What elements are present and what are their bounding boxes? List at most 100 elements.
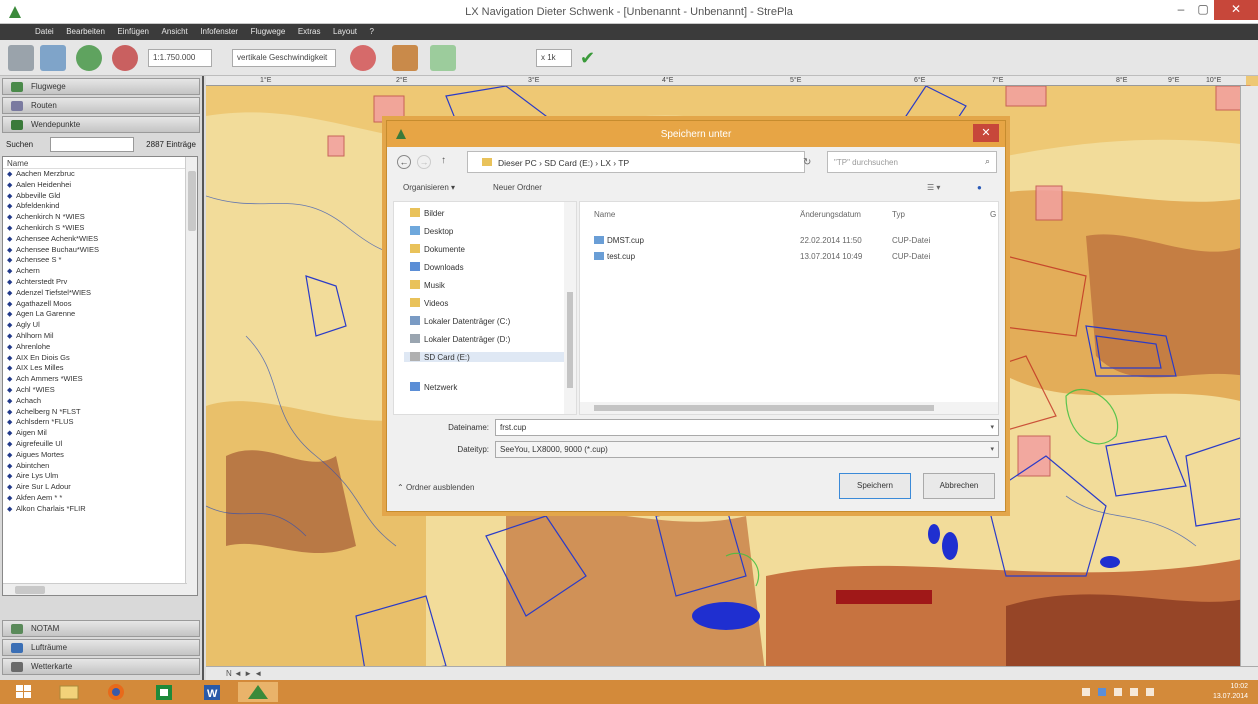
nav-pane-scrollbar[interactable] xyxy=(564,202,576,414)
list-item[interactable]: ◆ Ahlhorn Mil xyxy=(3,331,197,342)
word-icon[interactable]: W xyxy=(196,682,228,702)
menu-ansicht[interactable]: Ansicht xyxy=(157,24,193,36)
forward-icon[interactable]: → xyxy=(417,155,431,169)
chart-icon[interactable] xyxy=(392,45,418,71)
panel-flugwege[interactable]: Flugwege xyxy=(2,78,200,95)
new-folder-button[interactable]: Neuer Ordner xyxy=(493,183,542,192)
menu-datei[interactable]: Datei xyxy=(30,24,59,36)
clock[interactable]: 10:02 13.07.2014 xyxy=(1213,682,1248,702)
organize-button[interactable]: Organisieren ▾ xyxy=(403,183,455,192)
close-button[interactable]: ✕ xyxy=(1214,0,1258,20)
play-icon[interactable] xyxy=(430,45,456,71)
filetype-select[interactable]: SeeYou, LX8000, 9000 (*.cup) ▾ xyxy=(495,441,999,458)
scale-field[interactable]: 1:1.750.000 xyxy=(148,49,212,67)
list-item[interactable]: ◆ Agathazell Moos xyxy=(3,299,197,310)
list-item[interactable]: ◆ Achensee S * xyxy=(3,255,197,266)
zoom-out-icon[interactable] xyxy=(112,45,138,71)
breadcrumb[interactable]: Dieser PC › SD Card (E:) › LX › TP xyxy=(467,151,805,173)
menu-help[interactable]: ? xyxy=(365,24,379,36)
nav-item[interactable]: Lokaler Datenträger (D:) xyxy=(410,334,510,344)
list-item[interactable]: ◆ Abbeville Gld xyxy=(3,191,197,202)
list-item[interactable]: ◆ Achensee Achenk*WIES xyxy=(3,234,197,245)
panel-wetterkarte[interactable]: Wetterkarte xyxy=(2,658,200,675)
list-item[interactable]: ◆ Achelberg N *FLST xyxy=(3,407,197,418)
list-item[interactable]: ◆ Abintchen xyxy=(3,461,197,472)
list-item[interactable]: ◆ Achern xyxy=(3,266,197,277)
zoom-in-icon[interactable] xyxy=(76,45,102,71)
chevron-down-icon[interactable]: ▾ xyxy=(990,423,994,431)
search-input[interactable] xyxy=(50,137,134,152)
nav-item[interactable]: Dokumente xyxy=(410,244,465,254)
menu-einfuegen[interactable]: Einfügen xyxy=(112,24,154,36)
list-item[interactable]: ◆ Aigen Mil xyxy=(3,428,197,439)
folder-search-input[interactable]: "TP" durchsuchen ⌕ xyxy=(827,151,997,173)
store-icon[interactable] xyxy=(148,682,180,702)
list-item[interactable]: ◆ Achl *WIES xyxy=(3,385,197,396)
zoom-select[interactable]: x 1k xyxy=(536,49,572,67)
nav-item[interactable]: Musik xyxy=(410,280,445,290)
list-item[interactable]: ◆ Aigues Mortes xyxy=(3,450,197,461)
file-row[interactable]: test.cup xyxy=(594,252,635,261)
start-button[interactable] xyxy=(8,682,40,702)
list-item[interactable]: ◆ Achensee Buchau*WIES xyxy=(3,245,197,256)
dialog-close-button[interactable]: ✕ xyxy=(973,124,999,142)
list-item[interactable]: ◆ Abfeldenkind xyxy=(3,201,197,212)
list-item[interactable]: ◆ AIX Les Milles xyxy=(3,363,197,374)
chevron-down-icon[interactable]: ▾ xyxy=(990,445,994,453)
nav-item[interactable]: Netzwerk xyxy=(410,382,457,392)
list-item[interactable]: ◆ Alkon Charlais *FLIR xyxy=(3,504,197,515)
column-name[interactable]: Name xyxy=(594,210,615,219)
firefox-icon[interactable] xyxy=(100,682,132,702)
strepla-taskbar-icon[interactable] xyxy=(238,682,278,702)
menu-bearbeiten[interactable]: Bearbeiten xyxy=(61,24,110,36)
list-header-name[interactable]: Name xyxy=(3,157,197,169)
check-icon[interactable]: ✔ xyxy=(580,45,602,71)
file-list-scrollbar[interactable] xyxy=(580,402,998,414)
maximize-button[interactable]: ▢ xyxy=(1192,0,1214,20)
nav-item[interactable]: Downloads xyxy=(410,262,464,272)
waypoint-list[interactable]: Name ◆ Aachen Merzbruc ◆ Aalen Heidenhei ◆ Ab… xyxy=(2,156,198,596)
list-item[interactable]: ◆ Achach xyxy=(3,396,197,407)
list-item[interactable]: ◆ Achterstedt Prv xyxy=(3,277,197,288)
menu-infofenster[interactable]: Infofenster xyxy=(195,24,243,36)
panel-routen[interactable]: Routen xyxy=(2,97,200,114)
list-item[interactable]: ◆ Aigrefeuille Ul xyxy=(3,439,197,450)
list-item[interactable]: ◆ Achenkirch S *WIES xyxy=(3,223,197,234)
list-item[interactable]: ◆ Aalen Heidenhei xyxy=(3,180,197,191)
filename-input[interactable]: frst.cup ▾ xyxy=(495,419,999,436)
list-item[interactable]: ◆ Achlsdern *FLUS xyxy=(3,417,197,428)
nav-item[interactable]: Videos xyxy=(410,298,448,308)
help-icon[interactable]: ● xyxy=(977,183,982,192)
list-item[interactable]: ◆ Aachen Merzbruc xyxy=(3,169,197,180)
list-vertical-scrollbar[interactable] xyxy=(185,157,197,595)
list-item[interactable]: ◆ Adenzel Tiefstel*WIES xyxy=(3,288,197,299)
list-item[interactable]: ◆ Agen La Garenne xyxy=(3,309,197,320)
back-icon[interactable]: ← xyxy=(397,155,411,169)
print-icon[interactable] xyxy=(8,45,34,71)
nav-item[interactable]: SD Card (E:) xyxy=(404,352,564,362)
panel-notam[interactable]: NOTAM xyxy=(2,620,200,637)
panel-luftraeume[interactable]: Lufträume xyxy=(2,639,200,656)
system-tray[interactable] xyxy=(1078,686,1178,698)
list-item[interactable]: ◆ Akfen Aem * * xyxy=(3,493,197,504)
list-horizontal-scrollbar[interactable] xyxy=(3,583,187,595)
view-options-icon[interactable]: ☰ ▾ xyxy=(927,183,940,192)
file-row[interactable]: DMST.cup xyxy=(594,236,644,245)
column-type[interactable]: Typ xyxy=(892,210,905,219)
map-vertical-scrollbar[interactable] xyxy=(1240,86,1258,666)
hide-folders-toggle[interactable]: ⌃ Ordner ausblenden xyxy=(397,483,474,492)
list-item[interactable]: ◆ Ahrenlohe xyxy=(3,342,197,353)
menu-flugwege[interactable]: Flugwege xyxy=(246,24,291,36)
tool-icon[interactable] xyxy=(350,45,376,71)
list-item[interactable]: ◆ Aire Lys Ulm xyxy=(3,471,197,482)
nav-item[interactable]: Bilder xyxy=(410,208,444,218)
list-item[interactable]: ◆ Aire Sur L Adour xyxy=(3,482,197,493)
up-icon[interactable]: ↑ xyxy=(441,155,446,166)
nav-item[interactable]: Desktop xyxy=(410,226,453,236)
mode-select[interactable]: vertikale Geschwindigkeit xyxy=(232,49,336,67)
nav-item[interactable]: Lokaler Datenträger (C:) xyxy=(410,316,510,326)
menu-extras[interactable]: Extras xyxy=(293,24,326,36)
menu-layout[interactable]: Layout xyxy=(328,24,362,36)
list-item[interactable]: ◆ AIX En Diois Gs xyxy=(3,353,197,364)
column-size[interactable]: G xyxy=(990,210,996,219)
